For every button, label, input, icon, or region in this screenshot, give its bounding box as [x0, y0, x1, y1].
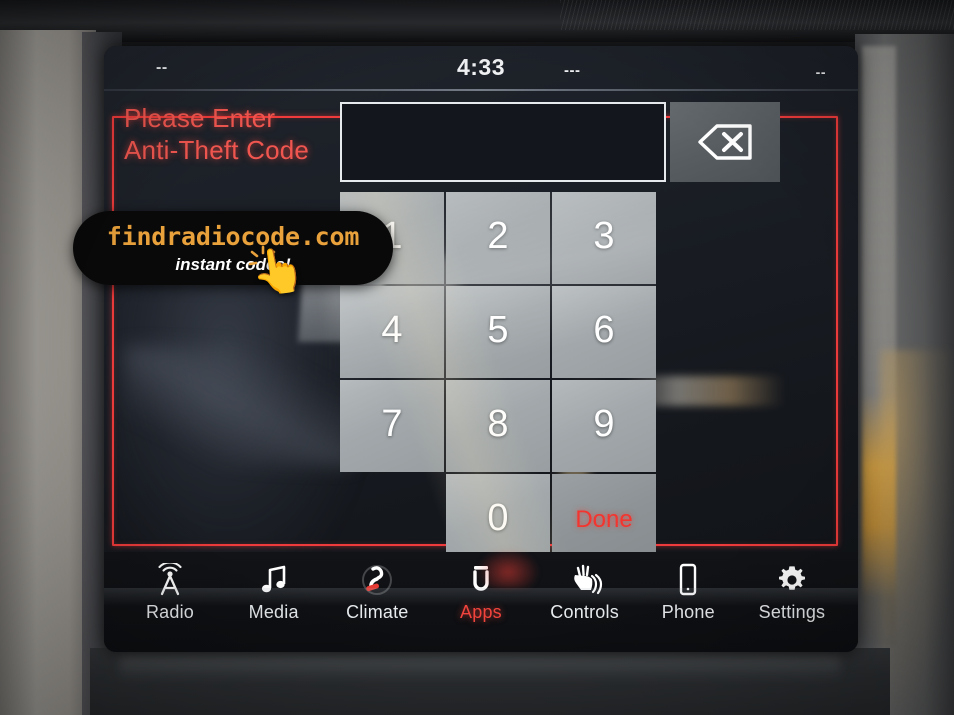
- nav-item-settings[interactable]: Settings: [744, 560, 840, 623]
- dashboard-trim-texture: [560, 0, 954, 30]
- status-bar-divider: [104, 89, 858, 91]
- prompt-line-2: Anti-Theft Code: [124, 135, 310, 165]
- key-9-label: 9: [593, 402, 615, 445]
- nav-label-phone: Phone: [661, 602, 715, 622]
- nav-item-climate[interactable]: Climate: [329, 560, 425, 623]
- nav-item-media[interactable]: Media: [226, 560, 322, 623]
- key-3[interactable]: 3: [552, 192, 656, 284]
- nav-item-controls[interactable]: Controls: [537, 560, 633, 623]
- key-2-label: 2: [487, 214, 509, 257]
- key-7[interactable]: 7: [340, 380, 444, 472]
- key-8-label: 8: [487, 402, 509, 445]
- status-clock: 4:33: [456, 54, 506, 80]
- watermark-badge: findradiocode.com instant codes!: [73, 211, 393, 285]
- nav-label-media: Media: [248, 602, 299, 622]
- music-note-icon: [257, 560, 291, 600]
- phone-icon: [676, 560, 700, 600]
- bezel-bottom-sheen: [120, 655, 840, 681]
- tapping-hand-icon: 👆: [247, 243, 309, 300]
- key-4[interactable]: 4: [340, 286, 444, 378]
- nav-label-radio: Radio: [145, 602, 195, 622]
- key-6[interactable]: 6: [552, 286, 656, 378]
- nav-label-settings: Settings: [758, 602, 826, 622]
- done-button-label: Done: [575, 506, 633, 533]
- anti-theft-code-input[interactable]: [340, 102, 666, 182]
- backspace-delete-icon: [697, 123, 753, 161]
- key-6-label: 6: [593, 308, 615, 351]
- anti-theft-prompt: Please Enter Anti-Theft Code: [124, 102, 309, 166]
- climate-seat-icon: [358, 560, 396, 600]
- status-bar: -- 4:33 --- --: [104, 46, 858, 90]
- key-5[interactable]: 5: [446, 286, 550, 378]
- key-3-label: 3: [593, 214, 615, 257]
- sunlight-glare-wash: [880, 350, 954, 715]
- watermark-domain: findradiocode.com: [106, 221, 360, 251]
- bottom-navigation-bar[interactable]: Radio Media Climate Apps Controls Phone …: [104, 548, 858, 652]
- status-mid-indicator: ---: [564, 62, 581, 79]
- key-4-label: 4: [381, 308, 403, 351]
- touchscreen-display[interactable]: -- 4:33 --- -- Please Enter Anti-Theft C…: [104, 46, 858, 652]
- controls-hand-icon: [566, 560, 604, 600]
- gear-icon: [775, 560, 809, 600]
- nav-label-controls: Controls: [550, 602, 619, 622]
- radio-antenna-icon: [151, 560, 189, 600]
- status-right-indicator: --: [815, 64, 826, 80]
- backspace-button[interactable]: [670, 102, 780, 182]
- key-5-label: 5: [487, 308, 509, 351]
- nav-label-climate: Climate: [346, 602, 409, 622]
- key-8[interactable]: 8: [446, 380, 550, 472]
- key-9[interactable]: 9: [552, 380, 656, 472]
- prompt-line-1: Please Enter: [124, 103, 276, 133]
- dashboard-photo-scene: -- 4:33 --- -- Please Enter Anti-Theft C…: [0, 0, 954, 715]
- nav-item-phone[interactable]: Phone: [640, 560, 736, 623]
- uconnect-head-unit: -- 4:33 --- -- Please Enter Anti-Theft C…: [104, 46, 858, 652]
- uconnect-apps-icon: [466, 560, 496, 600]
- key-2[interactable]: 2: [446, 192, 550, 284]
- nav-label-apps: Apps: [460, 602, 502, 622]
- nav-item-radio[interactable]: Radio: [122, 560, 218, 623]
- key-7-label: 7: [381, 402, 403, 445]
- dashboard-top-trim: [0, 0, 954, 42]
- nav-item-apps[interactable]: Apps: [433, 560, 529, 623]
- key-0-label: 0: [487, 496, 509, 539]
